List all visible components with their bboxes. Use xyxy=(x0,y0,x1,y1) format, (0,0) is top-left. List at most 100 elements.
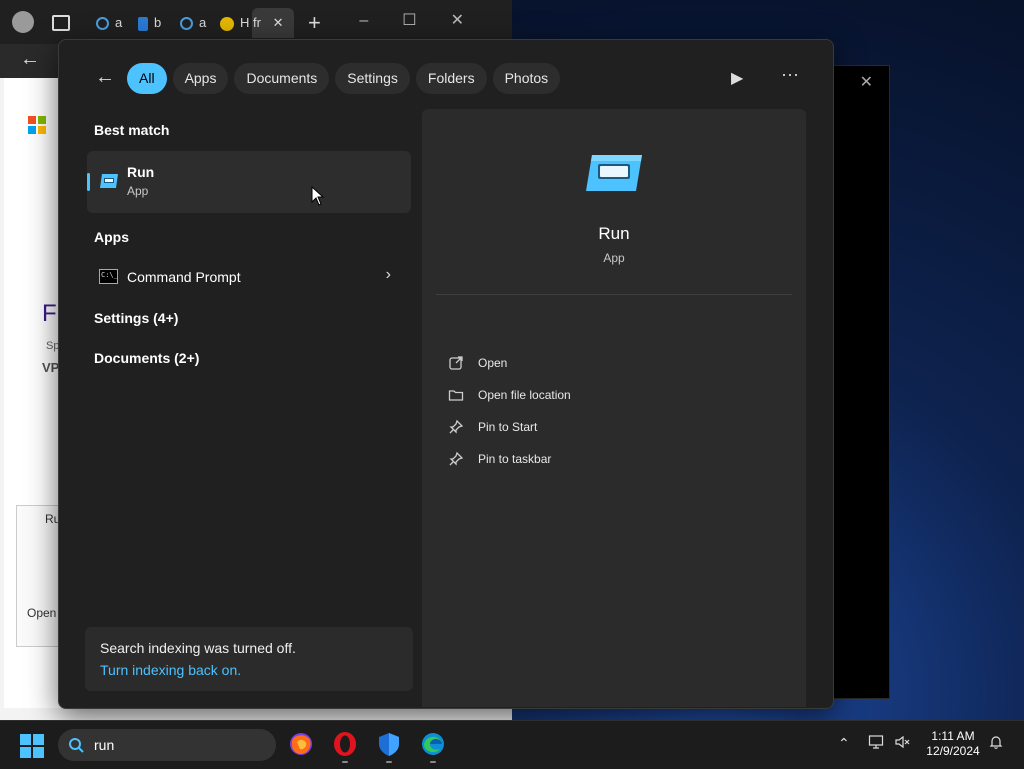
clock-date: 12/9/2024 xyxy=(926,744,980,758)
opera-icon xyxy=(334,732,356,756)
open-external-icon xyxy=(449,356,463,370)
apps-label: Apps xyxy=(94,229,129,245)
action-label: Pin to Start xyxy=(478,420,538,434)
turn-indexing-on-link[interactable]: Turn indexing back on. xyxy=(100,662,241,678)
taskbar-defender[interactable] xyxy=(376,731,402,763)
filter-documents[interactable]: Documents xyxy=(234,63,330,94)
action-label: Pin to taskbar xyxy=(478,452,552,466)
pin-icon xyxy=(449,451,464,466)
taskbar-clock[interactable]: 1:11 AM 12/9/2024 xyxy=(920,729,986,759)
command-prompt-icon: C:\_ xyxy=(99,269,118,284)
tab-label: b xyxy=(154,15,162,30)
action-label: Open file location xyxy=(478,388,571,402)
search-icon xyxy=(69,738,84,753)
start-button[interactable] xyxy=(20,734,44,758)
search-icon xyxy=(96,17,109,31)
filter-all[interactable]: All xyxy=(127,63,167,94)
back-arrow-icon[interactable]: ← xyxy=(20,48,40,71)
indexing-message: Search indexing was turned off. xyxy=(100,640,296,656)
volume-muted-icon xyxy=(895,735,910,749)
firefox-icon xyxy=(290,733,312,755)
window-controls[interactable]: –☐✕ xyxy=(359,10,498,30)
divider xyxy=(436,294,792,295)
microsoft-logo-icon xyxy=(28,116,46,134)
close-icon[interactable]: ✕ xyxy=(860,72,873,92)
run-app-icon xyxy=(586,155,642,191)
best-match-label: Best match xyxy=(94,122,170,138)
run-app-icon xyxy=(100,174,118,188)
filter-apps[interactable]: Apps xyxy=(172,63,229,94)
play-icon[interactable]: ▶ xyxy=(731,68,743,88)
app-command-prompt[interactable]: C:\_ Command Prompt › xyxy=(87,262,411,292)
action-open[interactable]: Open xyxy=(448,352,778,376)
tab-label: H fr xyxy=(240,15,261,30)
filter-photos[interactable]: Photos xyxy=(492,63,561,94)
new-tab-icon[interactable]: + xyxy=(308,10,321,36)
taskbar-edge[interactable] xyxy=(420,731,446,763)
start-search-panel: ← All Apps Documents Settings Folders Ph… xyxy=(58,39,834,709)
best-match-run[interactable]: Run App xyxy=(87,151,411,213)
documents-group[interactable]: Documents (2+) xyxy=(94,350,199,366)
folder-icon xyxy=(448,390,464,401)
network-icon[interactable] xyxy=(868,734,884,753)
back-arrow-icon[interactable]: ← xyxy=(95,66,115,89)
taskbar-opera[interactable] xyxy=(332,731,358,763)
dark-window: ✕ xyxy=(832,65,890,699)
taskbar-firefox[interactable] xyxy=(288,731,314,757)
tab-label: a xyxy=(199,15,207,30)
pin-icon xyxy=(449,419,464,434)
settings-group[interactable]: Settings (4+) xyxy=(94,310,178,326)
windows-logo-tile xyxy=(33,734,44,745)
filter-settings[interactable]: Settings xyxy=(335,63,410,94)
clock-time: 1:11 AM xyxy=(931,729,975,743)
taskbar-search-value: run xyxy=(94,737,115,753)
running-indicator xyxy=(386,761,392,763)
page-fragment: F xyxy=(42,300,57,327)
browser-tab[interactable]: H fr ✕ xyxy=(220,10,283,36)
mouse-cursor-icon xyxy=(311,186,325,206)
best-match-title: Run xyxy=(127,164,155,180)
bulb-icon xyxy=(220,16,234,31)
browser-tab-strip: a b a H fr ✕ + –☐✕ xyxy=(0,0,512,44)
chevron-right-icon[interactable]: › xyxy=(386,266,391,284)
running-indicator xyxy=(342,761,348,763)
page-fragment: VP xyxy=(42,360,60,375)
filter-chips: All Apps Documents Settings Folders Phot… xyxy=(127,63,561,94)
preview-pane: Run App Open Open file location Pin to S… xyxy=(422,109,806,707)
action-pin-to-start[interactable]: Pin to Start xyxy=(448,416,778,440)
action-label: Open xyxy=(478,356,508,370)
filter-folders[interactable]: Folders xyxy=(415,63,487,94)
taskbar-search-box[interactable]: run xyxy=(58,729,276,761)
show-hidden-icons[interactable]: ⌃ xyxy=(838,735,850,752)
windows-logo-icon xyxy=(20,734,31,745)
windows-logo-tile xyxy=(20,747,31,758)
browser-tab[interactable]: a xyxy=(180,10,206,36)
search-icon xyxy=(180,17,193,31)
taskbar: run ⌃ 1:11 AM 12/9/2024 xyxy=(0,720,1024,769)
preview-title: Run xyxy=(598,224,630,243)
profile-avatar[interactable] xyxy=(12,11,34,33)
tab-label: a xyxy=(115,15,123,30)
defender-icon xyxy=(379,733,399,756)
network-icon xyxy=(868,735,884,749)
windows-logo-tile xyxy=(33,747,44,758)
running-indicator xyxy=(430,761,436,763)
selection-accent xyxy=(87,173,90,191)
bell-icon xyxy=(989,736,1003,749)
tab-actions-icon[interactable] xyxy=(52,15,70,31)
action-open-file-location[interactable]: Open file location xyxy=(448,384,778,408)
app-label: Command Prompt xyxy=(127,269,241,285)
more-options-icon[interactable]: ··· xyxy=(781,64,799,85)
page-fragment: Open xyxy=(27,606,57,620)
volume-muted-icon[interactable] xyxy=(894,734,910,753)
bing-icon xyxy=(138,16,148,31)
browser-tab[interactable]: b xyxy=(138,10,161,36)
action-pin-to-taskbar[interactable]: Pin to taskbar xyxy=(448,448,778,472)
browser-tab[interactable]: a xyxy=(96,10,122,36)
preview-subtitle: App xyxy=(603,251,625,265)
notifications-icon[interactable] xyxy=(988,734,1004,753)
close-tab-icon[interactable]: ✕ xyxy=(273,15,284,30)
indexing-notice: Search indexing was turned off. Turn ind… xyxy=(85,627,413,691)
best-match-subtitle: App xyxy=(127,184,149,198)
edge-icon xyxy=(422,733,444,755)
